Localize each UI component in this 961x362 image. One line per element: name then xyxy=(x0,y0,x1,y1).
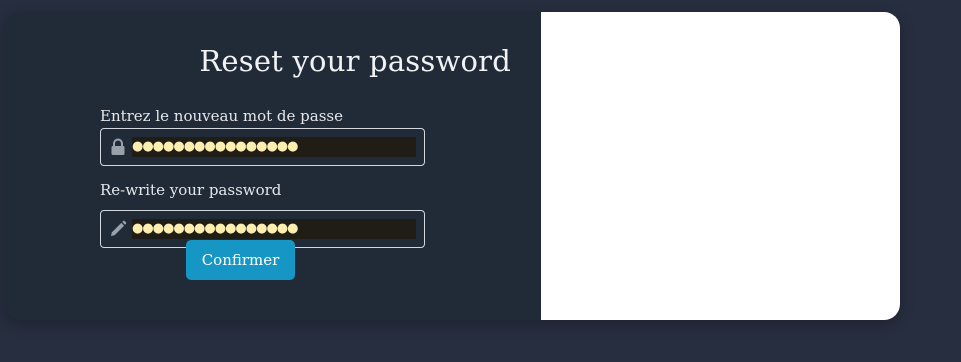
new-password-field[interactable]: ●●●●●●●●●●●●●●●● xyxy=(100,128,425,166)
reset-password-card: Reset your password Entrez le nouveau mo… xyxy=(4,12,900,320)
new-password-input[interactable]: ●●●●●●●●●●●●●●●● xyxy=(132,137,416,157)
new-password-label: Entrez le nouveau mot de passe xyxy=(100,107,343,125)
confirm-password-label: Re-write your password xyxy=(100,181,282,199)
confirm-password-input[interactable]: ●●●●●●●●●●●●●●●● xyxy=(132,219,416,239)
side-panel xyxy=(541,12,900,320)
lock-icon xyxy=(109,138,127,156)
page-title: Reset your password xyxy=(199,44,511,78)
pencil-icon xyxy=(109,220,127,238)
confirm-button[interactable]: Confirmer xyxy=(186,240,295,280)
